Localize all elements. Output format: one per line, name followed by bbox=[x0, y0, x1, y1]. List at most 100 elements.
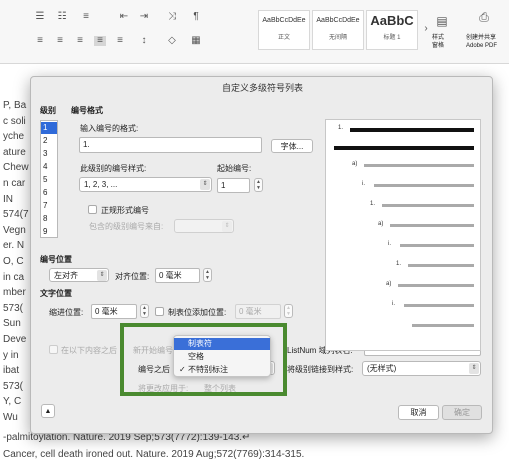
tab-stop-stepper[interactable]: ▲ ▼ bbox=[284, 304, 293, 318]
preview-line bbox=[350, 128, 474, 132]
link-style-label: 将级别链接到样式: bbox=[287, 365, 354, 374]
aligned-at-input[interactable]: 0 毫米 bbox=[155, 268, 200, 283]
document-line: O, C bbox=[3, 256, 24, 267]
level-item-5[interactable]: 5 bbox=[41, 174, 57, 186]
align-left-icon[interactable]: ≡ bbox=[34, 36, 46, 46]
cancel-button[interactable]: 取消 bbox=[398, 405, 439, 420]
number-position-heading: 编号位置 bbox=[40, 255, 72, 264]
restart-checkbox[interactable] bbox=[49, 345, 58, 354]
level-item-9[interactable]: 9 bbox=[41, 226, 57, 238]
level-item-1[interactable]: 1 bbox=[41, 122, 57, 134]
bullets-icon[interactable]: ☰ bbox=[34, 12, 46, 22]
document-line: c soli bbox=[3, 115, 26, 127]
document-line: n car bbox=[3, 178, 26, 189]
level-label: 级别 bbox=[40, 106, 56, 115]
level-item-3[interactable]: 3 bbox=[41, 148, 57, 160]
alignment-select[interactable]: 左对齐 ⇕ bbox=[49, 268, 109, 282]
align-right-icon[interactable]: ≡ bbox=[74, 36, 86, 46]
aligned-at-stepper[interactable]: ▲ ▼ bbox=[203, 268, 212, 282]
ok-button[interactable]: 确定 bbox=[442, 405, 482, 420]
preview-number: a) bbox=[378, 221, 384, 227]
style-no-spacing[interactable]: AaBbCcDdEe 无间隔 bbox=[312, 10, 364, 50]
level-item-6[interactable]: 6 bbox=[41, 187, 57, 199]
aligned-at-label: 对齐位置: bbox=[115, 272, 150, 281]
document-line: 573( bbox=[3, 380, 24, 392]
include-level-select[interactable]: ⇕ bbox=[174, 219, 234, 233]
level-list[interactable]: 123456789 bbox=[40, 120, 58, 238]
style-sample: AaBbC bbox=[370, 13, 414, 28]
preview-number: 1. bbox=[396, 261, 402, 267]
list-preview: 1. a) i. 1. a) i. 1. a) i. bbox=[325, 119, 481, 351]
document-line: Chew bbox=[3, 162, 29, 174]
tab-stop-checkbox[interactable] bbox=[155, 307, 164, 316]
preview-number: a) bbox=[386, 281, 392, 287]
line-spacing-icon[interactable]: ↕ bbox=[138, 36, 150, 46]
enter-format-label: 输入编号的格式: bbox=[80, 124, 139, 133]
shading-icon[interactable]: ◇ bbox=[166, 36, 178, 46]
preview-line bbox=[382, 204, 474, 207]
legal-style-label: 正规形式编号 bbox=[101, 206, 149, 215]
chevron-right-icon[interactable]: › bbox=[420, 24, 432, 34]
legal-style-checkbox[interactable] bbox=[88, 205, 97, 214]
preview-number: 1. bbox=[370, 201, 376, 207]
document-line: 574(7 bbox=[3, 209, 29, 221]
indent-at-stepper[interactable]: ▲ ▼ bbox=[140, 304, 149, 318]
preview-line bbox=[390, 224, 474, 227]
start-at-stepper[interactable]: ▲ ▼ bbox=[254, 178, 263, 192]
level-item-2[interactable]: 2 bbox=[41, 135, 57, 147]
document-line: ature bbox=[3, 146, 26, 158]
level-item-7[interactable]: 7 bbox=[41, 200, 57, 212]
preview-line bbox=[412, 324, 474, 327]
number-format-heading: 编号格式 bbox=[71, 106, 103, 115]
style-sample: AaBbCcDdEe bbox=[316, 17, 360, 24]
align-center-icon[interactable]: ≡ bbox=[54, 36, 66, 46]
number-style-select[interactable]: 1, 2, 3, ... ⇕ bbox=[79, 177, 212, 192]
multilevel-list-icon[interactable]: ≡ bbox=[80, 12, 92, 22]
numbering-icon[interactable]: ☷ bbox=[56, 12, 68, 22]
style-heading-1[interactable]: AaBbC 标题 1 bbox=[366, 10, 418, 50]
styles-pane-label[interactable]: 样式 窗格 bbox=[432, 34, 444, 50]
level-item-8[interactable]: 8 bbox=[41, 213, 57, 225]
highlight-box bbox=[120, 323, 287, 396]
document-line: Cancer, cell death ironed out. Nature. 2… bbox=[3, 449, 305, 460]
borders-icon[interactable]: ▦ bbox=[190, 36, 202, 46]
chevron-updown-icon: ⇕ bbox=[200, 179, 210, 190]
text-position-heading: 文字位置 bbox=[40, 289, 72, 298]
justify-icon[interactable]: ≡ bbox=[94, 36, 106, 46]
tab-stop-input[interactable]: 0 毫米 bbox=[235, 304, 281, 319]
document-line: P, Ba bbox=[3, 100, 27, 111]
document-line: y in bbox=[3, 349, 19, 361]
decrease-indent-icon[interactable]: ⇤ bbox=[118, 12, 130, 22]
link-style-select[interactable]: (无样式) ⇕ bbox=[362, 361, 481, 376]
chevron-updown-icon: ⇕ bbox=[97, 270, 107, 281]
sort-icon[interactable]: ⤨ bbox=[166, 12, 178, 22]
style-normal[interactable]: AaBbCcDdEe 正文 bbox=[258, 10, 310, 50]
style-sample: AaBbCcDdEe bbox=[262, 17, 306, 24]
adobe-pdf-label[interactable]: 创建并共享 Adobe PDF bbox=[466, 34, 497, 50]
restart-label: 在以下内容之后 bbox=[61, 346, 117, 355]
document-line: yche bbox=[3, 131, 25, 143]
paragraph-mark-icon[interactable]: ¶ bbox=[190, 12, 202, 22]
document-line: Wu bbox=[3, 412, 18, 423]
level-item-4[interactable]: 4 bbox=[41, 161, 57, 173]
preview-number: 1. bbox=[338, 125, 344, 131]
styles-pane-icon[interactable]: ▤ bbox=[436, 15, 448, 27]
distributed-icon[interactable]: ≡ bbox=[114, 36, 126, 46]
chevron-up-icon: ▲ bbox=[44, 408, 52, 415]
indent-at-input[interactable]: 0 毫米 bbox=[91, 304, 137, 319]
adobe-pdf-icon[interactable]: ⎙ bbox=[478, 11, 490, 23]
collapse-button[interactable]: ▲ bbox=[41, 404, 55, 418]
preview-line bbox=[398, 284, 474, 287]
document-line: ibat bbox=[3, 365, 20, 377]
style-label: 正文 bbox=[277, 35, 290, 41]
start-at-input[interactable]: 1 bbox=[217, 178, 250, 193]
preview-line bbox=[408, 264, 474, 267]
chevron-updown-icon: ⇕ bbox=[469, 363, 479, 374]
font-button[interactable]: 字体... bbox=[271, 139, 313, 153]
increase-indent-icon[interactable]: ⇥ bbox=[138, 12, 150, 22]
style-label: 无间隔 bbox=[328, 35, 347, 41]
preview-line bbox=[364, 164, 474, 167]
alignment-value: 左对齐 bbox=[54, 271, 78, 280]
format-input[interactable]: 1. bbox=[79, 137, 262, 153]
preview-line bbox=[374, 184, 474, 187]
